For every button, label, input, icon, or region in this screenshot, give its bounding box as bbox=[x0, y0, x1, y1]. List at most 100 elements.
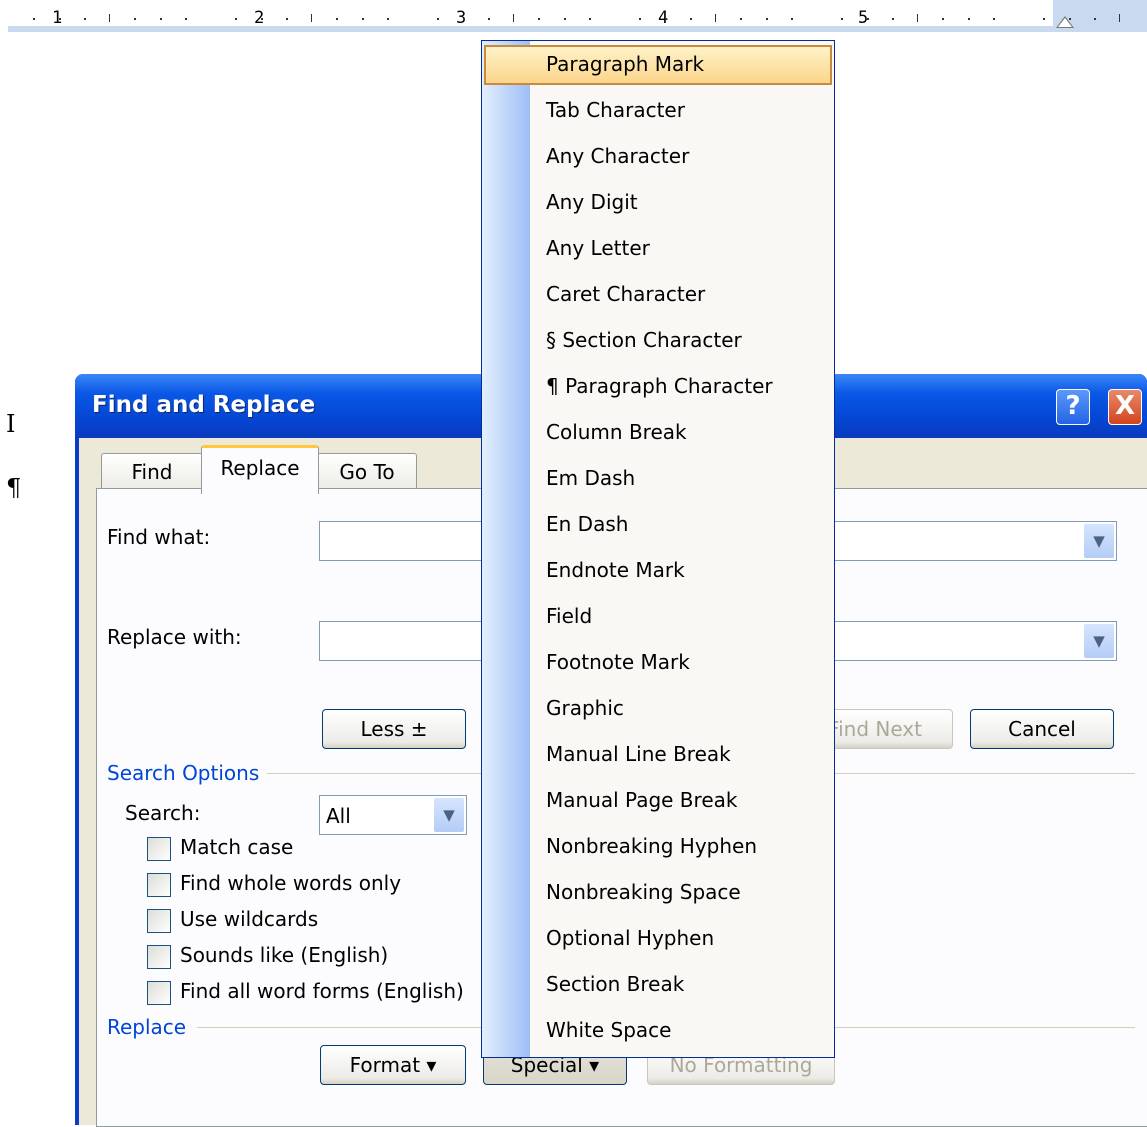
special-menu-item[interactable]: Column Break bbox=[484, 413, 832, 453]
help-button[interactable]: ? bbox=[1056, 389, 1090, 425]
special-menu-item[interactable]: § Section Character bbox=[484, 321, 832, 361]
search-label: Search: bbox=[125, 801, 201, 825]
close-button[interactable]: X bbox=[1108, 389, 1142, 425]
match-case-checkbox[interactable] bbox=[147, 837, 171, 861]
special-menu: Paragraph Mark Tab Character Any Character… bbox=[481, 40, 835, 1058]
ruler-tick bbox=[336, 18, 339, 20]
special-menu-item-label: White Space bbox=[546, 1018, 672, 1042]
special-menu-item[interactable]: ¶ Paragraph Character bbox=[484, 367, 832, 407]
cancel-button[interactable]: Cancel bbox=[970, 709, 1114, 749]
ruler-tick bbox=[1093, 18, 1096, 20]
special-menu-item-label: Manual Page Break bbox=[546, 788, 738, 812]
ruler-mid-tick bbox=[109, 14, 110, 22]
special-menu-item-label: Caret Character bbox=[546, 282, 706, 306]
horizontal-ruler[interactable]: 1 2 3 4 5 bbox=[0, 0, 1147, 32]
ruler-mid-tick bbox=[917, 14, 918, 22]
whole-words-checkbox[interactable] bbox=[147, 873, 171, 897]
special-menu-item[interactable]: Section Break bbox=[484, 965, 832, 1005]
special-menu-item[interactable]: Tab Character bbox=[484, 91, 832, 131]
special-menu-item-label: Footnote Mark bbox=[546, 650, 690, 674]
special-menu-item[interactable]: En Dash bbox=[484, 505, 832, 545]
chevron-down-icon[interactable]: ▼ bbox=[1084, 624, 1114, 658]
special-menu-item-label: Optional Hyphen bbox=[546, 926, 715, 950]
dialog-title: Find and Replace bbox=[92, 392, 316, 418]
ruler-tick bbox=[790, 18, 793, 20]
special-menu-item-label: Manual Line Break bbox=[546, 742, 731, 766]
ruler-tick bbox=[891, 18, 894, 20]
special-menu-item-label: Endnote Mark bbox=[546, 558, 685, 582]
ruler-band bbox=[8, 26, 1147, 32]
ruler-tick bbox=[765, 18, 768, 20]
tab-find[interactable]: Find bbox=[101, 453, 203, 490]
special-menu-item[interactable]: Any Character bbox=[484, 137, 832, 177]
special-menu-item[interactable]: Caret Character bbox=[484, 275, 832, 315]
ruler-tick bbox=[235, 18, 238, 20]
ruler-tick bbox=[664, 18, 667, 20]
ruler-tick bbox=[33, 18, 36, 20]
search-direction-value: All bbox=[326, 804, 351, 828]
ruler-mid-tick bbox=[715, 14, 716, 22]
sounds-like-checkbox[interactable] bbox=[147, 945, 171, 969]
ruler-tick bbox=[992, 18, 995, 20]
special-menu-item[interactable]: Any Letter bbox=[484, 229, 832, 269]
chevron-down-icon[interactable]: ▼ bbox=[434, 798, 464, 832]
special-menu-item[interactable]: Footnote Mark bbox=[484, 643, 832, 683]
special-menu-item[interactable]: Field bbox=[484, 597, 832, 637]
wildcards-checkbox[interactable] bbox=[147, 909, 171, 933]
find-what-label: Find what: bbox=[107, 525, 211, 549]
ruler-tick bbox=[285, 18, 288, 20]
special-menu-item-label: ¶ Paragraph Character bbox=[546, 374, 773, 398]
pilcrow-mark: ¶ bbox=[6, 474, 22, 502]
ruler-tick bbox=[58, 18, 61, 20]
less-button[interactable]: Less ± bbox=[322, 709, 466, 749]
special-menu-item[interactable]: Manual Line Break bbox=[484, 735, 832, 775]
special-menu-item-label: Section Break bbox=[546, 972, 685, 996]
ruler-number: 3 bbox=[456, 8, 467, 28]
format-button[interactable]: Format ▾ bbox=[320, 1045, 466, 1085]
ruler-tick bbox=[487, 18, 490, 20]
ruler-tick bbox=[260, 18, 263, 20]
ruler-tick bbox=[740, 18, 743, 20]
special-menu-item[interactable]: Paragraph Mark bbox=[484, 45, 832, 85]
special-menu-item-label: Any Letter bbox=[546, 236, 650, 260]
special-menu-item[interactable]: Graphic bbox=[484, 689, 832, 729]
tab-replace[interactable]: Replace bbox=[201, 445, 319, 494]
ruler-mid-tick bbox=[513, 14, 514, 22]
ruler-tick bbox=[563, 18, 566, 20]
help-icon: ? bbox=[1065, 391, 1081, 421]
special-menu-item[interactable]: Manual Page Break bbox=[484, 781, 832, 821]
tab-goto[interactable]: Go To bbox=[317, 453, 417, 490]
match-case-label: Match case bbox=[180, 835, 294, 859]
ruler-tick bbox=[83, 18, 86, 20]
special-menu-item[interactable]: Em Dash bbox=[484, 459, 832, 499]
ruler-number: 2 bbox=[254, 8, 265, 28]
ruler-tick bbox=[538, 18, 541, 20]
search-direction-select[interactable]: All ▼ bbox=[319, 795, 467, 835]
special-menu-item[interactable]: Optional Hyphen bbox=[484, 919, 832, 959]
replace-with-label: Replace with: bbox=[107, 625, 242, 649]
special-menu-item-label: Any Digit bbox=[546, 190, 638, 214]
word-forms-checkbox[interactable] bbox=[147, 981, 171, 1005]
ruler-mid-tick bbox=[1119, 14, 1120, 22]
ruler-tick bbox=[1043, 18, 1046, 20]
special-menu-item[interactable]: Endnote Mark bbox=[484, 551, 832, 591]
special-menu-item-label: Paragraph Mark bbox=[546, 52, 705, 76]
wildcards-label: Use wildcards bbox=[180, 907, 319, 931]
ruler-tick bbox=[386, 18, 389, 20]
right-indent-marker[interactable] bbox=[1056, 16, 1074, 28]
special-menu-item[interactable]: White Space bbox=[484, 1011, 832, 1051]
special-menu-item[interactable]: Any Digit bbox=[484, 183, 832, 223]
special-menu-item-label: Field bbox=[546, 604, 593, 628]
chevron-down-icon[interactable]: ▼ bbox=[1084, 524, 1114, 558]
ruler-tick bbox=[689, 18, 692, 20]
ruler-tick bbox=[967, 18, 970, 20]
ruler-number: 1 bbox=[52, 8, 63, 28]
special-menu-item-label: Nonbreaking Space bbox=[546, 880, 741, 904]
special-menu-item[interactable]: Nonbreaking Space bbox=[484, 873, 832, 913]
special-menu-item-label: Nonbreaking Hyphen bbox=[546, 834, 758, 858]
word-forms-label: Find all word forms (English) bbox=[180, 979, 464, 1003]
ruler-tick bbox=[437, 18, 440, 20]
close-icon: X bbox=[1114, 391, 1136, 421]
special-menu-item-label: En Dash bbox=[546, 512, 629, 536]
special-menu-item[interactable]: Nonbreaking Hyphen bbox=[484, 827, 832, 867]
